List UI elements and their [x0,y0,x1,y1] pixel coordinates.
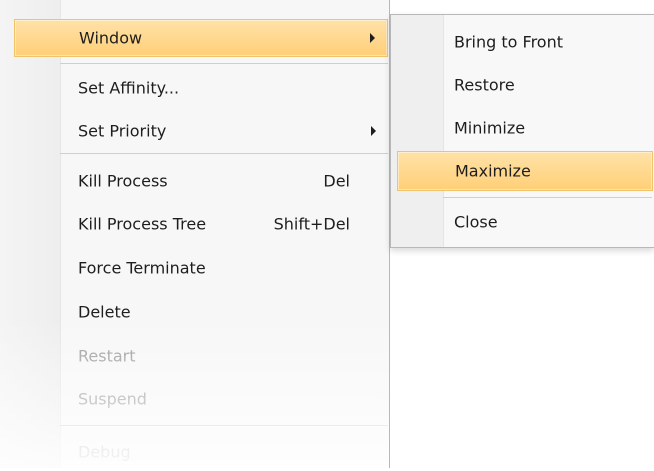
window-submenu: Bring to Front Restore Minimize Maximize… [390,14,654,248]
menu-item-set-affinity[interactable]: Set Affinity... [14,69,388,107]
menu-item-label: Set Priority [78,121,167,141]
submenu-item-label: Minimize [454,118,526,138]
submenu-item-label: Maximize [455,161,531,181]
submenu-item-restore[interactable]: Restore [397,65,653,105]
menu-item-debug[interactable]: Debug [14,433,388,471]
menu-item-label: Set Affinity... [78,78,180,98]
menu-item-window[interactable]: Window [14,19,388,57]
process-context-menu: Window Set Affinity... Set Priority Kill… [0,0,390,468]
submenu-item-minimize[interactable]: Minimize [397,108,653,148]
menu-item-label: Delete [78,302,131,322]
submenu-item-label: Close [454,212,498,232]
submenu-separator [443,197,652,198]
menu-item-label: Kill Process Tree [78,214,207,234]
menu-item-label: Suspend [78,389,147,409]
menu-item-restart[interactable]: Restart [14,337,388,375]
menu-item-kill-process[interactable]: Kill Process Del [14,162,388,200]
submenu-item-bring-to-front[interactable]: Bring to Front [397,22,653,62]
menu-item-delete[interactable]: Delete [14,293,388,331]
menu-separator [60,63,388,64]
submenu-arrow-icon [370,33,375,43]
menu-separator [60,153,388,154]
menu-item-shortcut: Del [323,171,350,191]
submenu-item-close[interactable]: Close [397,202,653,242]
submenu-item-label: Bring to Front [454,32,563,52]
menu-item-kill-process-tree[interactable]: Kill Process Tree Shift+Del [14,205,388,243]
menu-item-suspend[interactable]: Suspend [14,380,388,418]
menu-item-set-priority[interactable]: Set Priority [14,112,388,150]
menu-item-label: Restart [78,346,136,366]
menu-item-label: Kill Process [78,171,168,191]
menu-item-shortcut: Shift+Del [273,214,350,234]
submenu-item-label: Restore [454,75,515,95]
menu-item-label: Debug [78,442,131,462]
menu-item-label: Force Terminate [78,258,206,278]
menu-item-force-terminate[interactable]: Force Terminate [14,249,388,287]
submenu-item-maximize[interactable]: Maximize [397,151,653,191]
menu-item-label: Window [79,28,143,48]
submenu-arrow-icon [371,126,376,136]
menu-separator [60,425,388,426]
